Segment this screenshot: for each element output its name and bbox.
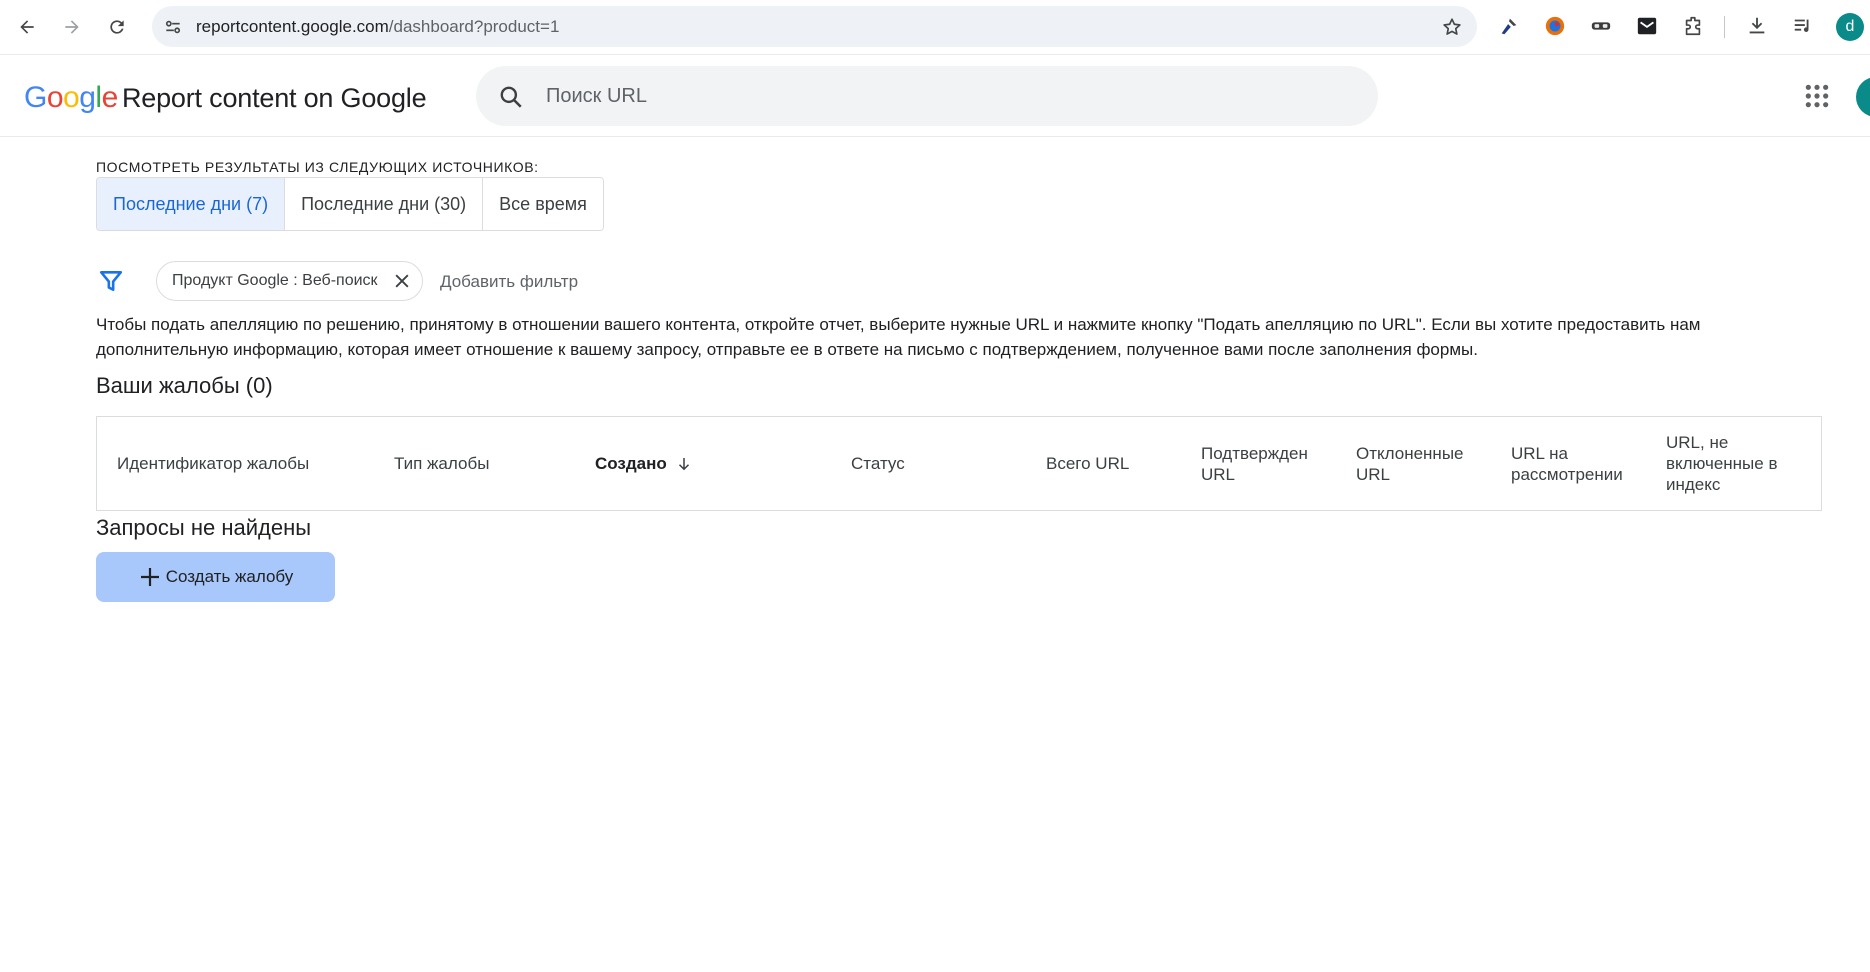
- arrow-left-icon: [20, 20, 34, 34]
- account-avatar[interactable]: [1856, 77, 1870, 117]
- sources-label: ПОСМОТРЕТЬ РЕЗУЛЬТАТЫ ИЗ СЛЕДУЮЩИХ ИСТОЧ…: [96, 159, 539, 175]
- browser-profile-avatar[interactable]: d: [1836, 13, 1864, 41]
- back-button[interactable]: [10, 10, 44, 44]
- envelope-icon: [1637, 17, 1657, 35]
- apps-grid-icon[interactable]: [1804, 83, 1830, 109]
- url-text[interactable]: reportcontent.google.com/dashboard?produ…: [196, 17, 559, 37]
- media-button[interactable]: [1790, 13, 1816, 39]
- column-rejected-urls[interactable]: Отклоненные URL: [1356, 417, 1486, 510]
- empty-state-text: Запросы не найдены: [96, 515, 312, 540]
- search-url-input[interactable]: [546, 80, 1346, 112]
- bookmark-star-icon[interactable]: [1441, 16, 1463, 38]
- time-range-7-days[interactable]: Последние дни (7): [97, 178, 286, 230]
- arrow-down-icon: [678, 457, 689, 470]
- filter-icon[interactable]: [98, 268, 124, 294]
- google-logo[interactable]: Google: [24, 81, 118, 115]
- close-icon[interactable]: [392, 271, 412, 291]
- site-settings-icon[interactable]: [163, 17, 183, 37]
- plus-icon: [140, 568, 159, 586]
- arrow-right-icon: [65, 20, 79, 34]
- column-total-urls[interactable]: Всего URL: [1046, 417, 1176, 510]
- logo-letter: g: [79, 81, 96, 114]
- appeal-info-text: Чтобы подать апелляцию по решению, приня…: [96, 315, 1701, 359]
- puzzle-icon: [1685, 16, 1701, 36]
- column-complaint-type[interactable]: Тип жалобы: [394, 417, 574, 510]
- color-orb-icon: [1545, 16, 1565, 36]
- search-box[interactable]: [476, 66, 1378, 126]
- time-range-all-time[interactable]: Все время: [483, 178, 603, 230]
- column-created[interactable]: Создано: [595, 417, 815, 510]
- extension-color[interactable]: [1542, 13, 1568, 39]
- extension-mask[interactable]: [1588, 13, 1614, 39]
- complaints-title: Ваши жалобы (0): [96, 373, 273, 398]
- browser-toolbar: reportcontent.google.com/dashboard?produ…: [0, 0, 1870, 55]
- extension-tool[interactable]: [1496, 13, 1522, 39]
- mask-icon: [1591, 22, 1611, 30]
- extension-mail[interactable]: [1634, 13, 1660, 39]
- address-bar[interactable]: reportcontent.google.com/dashboard?produ…: [152, 6, 1477, 47]
- media-list-icon: [1794, 19, 1809, 32]
- extensions-button[interactable]: [1680, 13, 1706, 39]
- tool-icon: [1501, 18, 1517, 35]
- time-range-selector: Последние дни (7) Последние дни (30) Все…: [96, 177, 604, 231]
- complaints-table-header: Идентификатор жалобы Тип жалобы Создано …: [96, 416, 1822, 511]
- column-not-indexed-urls[interactable]: URL, не включенные в индекс: [1666, 417, 1806, 510]
- column-status[interactable]: Статус: [851, 417, 1021, 510]
- create-complaint-button[interactable]: Создать жалобу: [96, 552, 335, 602]
- downloads-button[interactable]: [1744, 13, 1770, 39]
- filter-chip-label: Продукт Google : Веб-поиск: [172, 272, 378, 289]
- time-range-30-days[interactable]: Последние дни (30): [285, 178, 484, 230]
- app-title: Report content on Google: [122, 83, 427, 113]
- url-path: /dashboard?product=1: [388, 17, 560, 36]
- logo-letter: e: [101, 81, 119, 114]
- create-complaint-label: Создать жалобу: [165, 567, 294, 586]
- column-approved-urls[interactable]: Подтвержден URL: [1201, 417, 1331, 510]
- url-host: reportcontent.google.com: [196, 17, 389, 36]
- app-header: Google Report content on Google: [0, 55, 1870, 137]
- toolbar-divider: [1724, 16, 1725, 38]
- reload-icon: [110, 20, 124, 34]
- filter-chip-product[interactable]: Продукт Google : Веб-поиск: [156, 261, 423, 301]
- add-filter-button[interactable]: Добавить фильтр: [440, 272, 578, 292]
- download-icon: [1749, 17, 1765, 34]
- logo-letter: o: [46, 81, 64, 114]
- column-pending-urls[interactable]: URL на рассмотрении: [1511, 417, 1629, 510]
- forward-button[interactable]: [55, 10, 89, 44]
- search-icon[interactable]: [498, 84, 524, 110]
- column-created-label: Создано: [595, 454, 667, 473]
- logo-letter: G: [24, 81, 47, 114]
- reload-button[interactable]: [100, 10, 134, 44]
- logo-letter: o: [63, 81, 80, 114]
- column-complaint-id[interactable]: Идентификатор жалобы: [117, 417, 367, 510]
